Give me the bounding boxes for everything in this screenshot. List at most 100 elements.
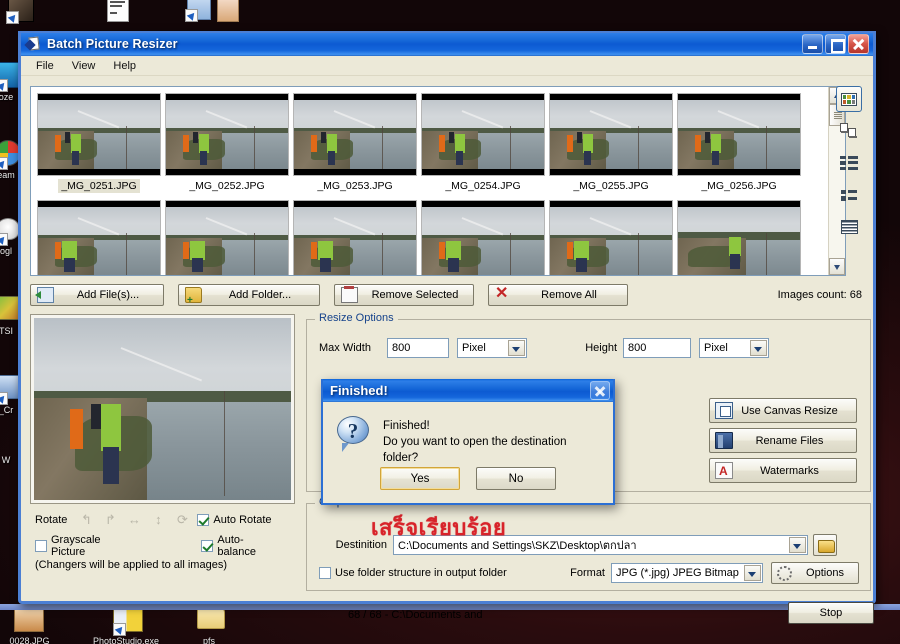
desktop-icon[interactable]	[212, 0, 246, 24]
thumbnail-item[interactable]: _MG_0255.JPG	[547, 91, 675, 194]
menu-view[interactable]: View	[63, 58, 105, 74]
auto-rotate-icon[interactable]: ⟳	[173, 513, 191, 527]
thumbnail-image[interactable]	[165, 200, 289, 275]
desktop-icon-label: PhotoStudio.exe	[92, 636, 160, 644]
thumbnail-item[interactable]	[675, 198, 803, 275]
thumbnail-label: _MG_0254.JPG	[445, 180, 521, 192]
thumbnail-image[interactable]	[677, 200, 801, 275]
flip-vertical-icon[interactable]: ↕	[149, 513, 167, 527]
max-width-input[interactable]: 800	[387, 338, 449, 358]
view-mode-details-button[interactable]	[836, 214, 862, 240]
view-mode-large-icons-button[interactable]	[836, 118, 862, 144]
menu-file[interactable]: File	[27, 58, 63, 74]
thumbnail-item[interactable]	[291, 198, 419, 275]
thumbnail-image[interactable]	[37, 93, 161, 176]
max-width-unit-select[interactable]: Pixel	[457, 338, 527, 358]
thumbnail-image[interactable]	[549, 93, 673, 176]
thumbnail-list[interactable]: _MG_0251.JPG _MG_0252.JPG _MG_0253.JPG _…	[31, 87, 828, 275]
auto-rotate-checkbox-box[interactable]	[197, 514, 210, 526]
dialog-yes-label: Yes	[410, 472, 430, 485]
thumbnail-image[interactable]	[293, 93, 417, 176]
desktop-icon[interactable]: _0028.JPG	[4, 606, 50, 644]
minimize-button[interactable]	[802, 33, 823, 54]
dialog-titlebar[interactable]: Finished!	[323, 379, 613, 402]
desktop-icon[interactable]	[100, 0, 134, 22]
remove-selected-button[interactable]: Remove Selected	[334, 284, 474, 306]
auto-rotate-label: Auto Rotate	[213, 514, 272, 526]
thumbnail-browser[interactable]: _MG_0251.JPG _MG_0252.JPG _MG_0253.JPG _…	[30, 86, 846, 276]
app-icon	[24, 36, 42, 52]
add-file-icon	[35, 287, 54, 303]
desktop-icon[interactable]: pfs	[186, 606, 232, 644]
add-files-button[interactable]: Add File(s)...	[30, 284, 164, 306]
auto-rotate-checkbox[interactable]: Auto Rotate	[197, 514, 272, 526]
thumbnail-item[interactable]: _MG_0251.JPG	[35, 91, 163, 194]
close-button[interactable]	[848, 33, 869, 54]
desktop-icon[interactable]	[4, 0, 38, 24]
view-mode-thumbnails-button[interactable]	[836, 86, 862, 112]
picture-options-row: Grayscale Picture Auto-balance	[35, 534, 300, 558]
use-folder-structure-checkbox[interactable]: Use folder structure in output folder	[319, 567, 507, 579]
auto-balance-checkbox[interactable]: Auto-balance	[201, 534, 282, 558]
thumbnail-image[interactable]	[421, 93, 545, 176]
thumbnail-item[interactable]: _MG_0253.JPG	[291, 91, 419, 194]
details-table-icon	[840, 220, 858, 234]
chevron-down-icon	[744, 565, 761, 581]
thumbnail-item[interactable]	[35, 198, 163, 275]
dialog-button-row: Yes No	[323, 467, 613, 490]
view-mode-tiles-button[interactable]	[836, 150, 862, 176]
view-mode-list-button[interactable]	[836, 182, 862, 208]
thumbnail-image[interactable]	[421, 200, 545, 275]
stop-button[interactable]: Stop	[788, 602, 874, 624]
watermarks-button[interactable]: Watermarks	[709, 458, 857, 483]
format-select[interactable]: JPG (*.jpg) JPEG Bitmap	[611, 563, 763, 583]
flip-horizontal-icon[interactable]: ↔	[125, 513, 143, 527]
folder-icon	[194, 606, 225, 636]
watermarks-icon	[715, 462, 733, 480]
auto-balance-checkbox-box[interactable]	[201, 540, 214, 552]
dialog-body: Finished! Do you want to open the destin…	[323, 402, 613, 466]
browse-folder-button[interactable]	[813, 534, 837, 556]
dialog-no-button[interactable]: No	[476, 467, 556, 490]
rotate-label: Rotate	[35, 514, 68, 526]
thumbnail-item[interactable]	[547, 198, 675, 275]
thumbnail-image[interactable]	[165, 93, 289, 176]
auto-balance-label: Auto-balance	[217, 534, 256, 558]
max-height-unit-select[interactable]: Pixel	[699, 338, 769, 358]
use-folder-structure-label: Use folder structure in output folder	[335, 567, 507, 579]
thumbnail-image[interactable]	[549, 200, 673, 275]
thumbnail-item[interactable]: _MG_0256.JPG	[675, 91, 803, 194]
thumbnail-image[interactable]	[293, 200, 417, 275]
stop-button-label: Stop	[819, 607, 843, 619]
thumbnail-image[interactable]	[37, 200, 161, 275]
thumbnail-image[interactable]	[677, 93, 801, 176]
rotate-right-icon[interactable]: ↱	[101, 513, 119, 527]
dialog-yes-button[interactable]: Yes	[380, 467, 460, 490]
chevron-down-icon	[750, 340, 767, 356]
window-titlebar[interactable]: Batch Picture Resizer	[21, 31, 873, 56]
max-height-label: Height	[585, 342, 617, 354]
canvas-resize-icon	[715, 402, 733, 419]
max-height-input[interactable]: 800	[623, 338, 691, 358]
thumbnail-item[interactable]: _MG_0252.JPG	[163, 91, 291, 194]
use-folder-structure-checkbox-box[interactable]	[319, 567, 331, 579]
scroll-down-button[interactable]	[829, 258, 845, 275]
menubar: File View Help	[21, 56, 873, 76]
desktop-icon[interactable]: PhotoStudio.exe	[88, 606, 164, 644]
maximize-button[interactable]	[825, 33, 846, 54]
thumbnail-item[interactable]: _MG_0254.JPG	[419, 91, 547, 194]
format-options-button[interactable]: Options	[771, 562, 859, 584]
thumbnail-item[interactable]	[163, 198, 291, 275]
rotate-left-icon[interactable]: ↰	[77, 513, 95, 527]
use-canvas-resize-button[interactable]: Use Canvas Resize	[709, 398, 857, 423]
menu-help[interactable]: Help	[104, 58, 145, 74]
grayscale-checkbox[interactable]: Grayscale Picture	[35, 534, 138, 558]
finished-dialog: Finished! Finished! Do you want to open …	[321, 379, 615, 505]
grayscale-checkbox-box[interactable]	[35, 540, 47, 552]
add-folder-button[interactable]: Add Folder...	[178, 284, 320, 306]
remove-all-button[interactable]: Remove All	[488, 284, 628, 306]
thumbnail-item[interactable]	[419, 198, 547, 275]
dialog-close-icon[interactable]	[590, 381, 610, 400]
rename-files-button[interactable]: Rename Files	[709, 428, 857, 453]
add-folder-icon	[185, 287, 202, 306]
